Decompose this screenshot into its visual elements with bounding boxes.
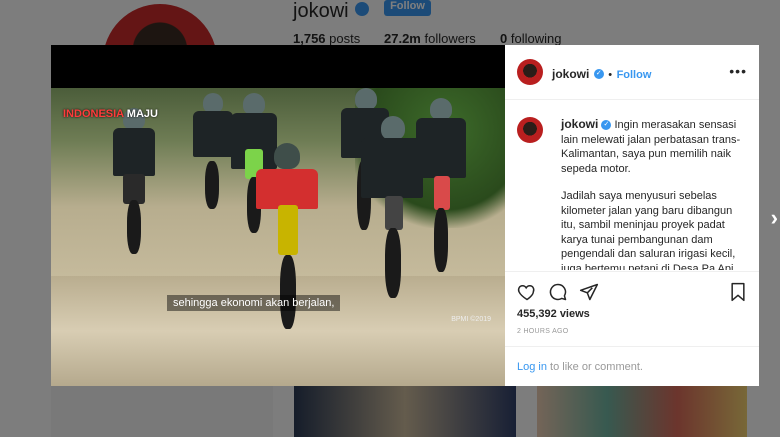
next-post-arrow-icon[interactable]: ›	[771, 205, 778, 231]
login-prompt: Log in to like or comment.	[505, 346, 759, 391]
verified-icon: ✓	[593, 68, 604, 79]
comment-icon[interactable]	[548, 282, 568, 302]
verified-icon: ✓	[601, 120, 612, 131]
post-author-username[interactable]: jokowi	[552, 67, 589, 81]
save-bookmark-icon[interactable]	[729, 282, 747, 302]
post-author-avatar[interactable]	[517, 59, 543, 85]
post-modal: INDONESIA MAJU sehingga ekonomi akan ber…	[51, 45, 759, 386]
share-icon[interactable]	[579, 282, 599, 302]
post-timestamp[interactable]: 2 HOURS AGO	[517, 328, 569, 335]
post-author-line: jokowi ✓ • Follow	[552, 65, 651, 83]
video-subtitle: sehingga ekonomi akan berjalan,	[167, 295, 341, 311]
separator-dot: •	[608, 69, 613, 81]
video-player[interactable]: INDONESIA MAJU sehingga ekonomi akan ber…	[51, 88, 505, 386]
post-actions: 455,392 views 2 HOURS AGO Log in to like…	[505, 271, 759, 390]
post-side-panel: jokowi ✓ • Follow ••• jokowi ✓ Ingin mer…	[505, 45, 759, 386]
video-watermark: INDONESIA MAJU	[63, 108, 158, 120]
video-road	[51, 276, 505, 386]
post-header: jokowi ✓ • Follow •••	[505, 45, 759, 100]
video-credit: BPMI ©2019	[451, 316, 491, 323]
like-heart-icon[interactable]	[517, 282, 537, 302]
view-count[interactable]: 455,392 views	[517, 308, 590, 320]
follow-button[interactable]: Follow	[617, 69, 652, 81]
login-link[interactable]: Log in	[517, 361, 547, 373]
caption-text: jokowi ✓ Ingin merasakan sensasi lain me…	[561, 117, 747, 270]
caption-paragraph-2: Jadilah saya menyusuri sebelas kilometer…	[561, 190, 737, 270]
caption-author-avatar[interactable]	[517, 117, 543, 143]
caption-area[interactable]: jokowi ✓ Ingin merasakan sensasi lain me…	[505, 100, 759, 270]
caption-username[interactable]: jokowi	[561, 117, 598, 131]
login-prompt-text: to like or comment.	[546, 361, 643, 373]
more-options-icon[interactable]: •••	[729, 63, 747, 79]
